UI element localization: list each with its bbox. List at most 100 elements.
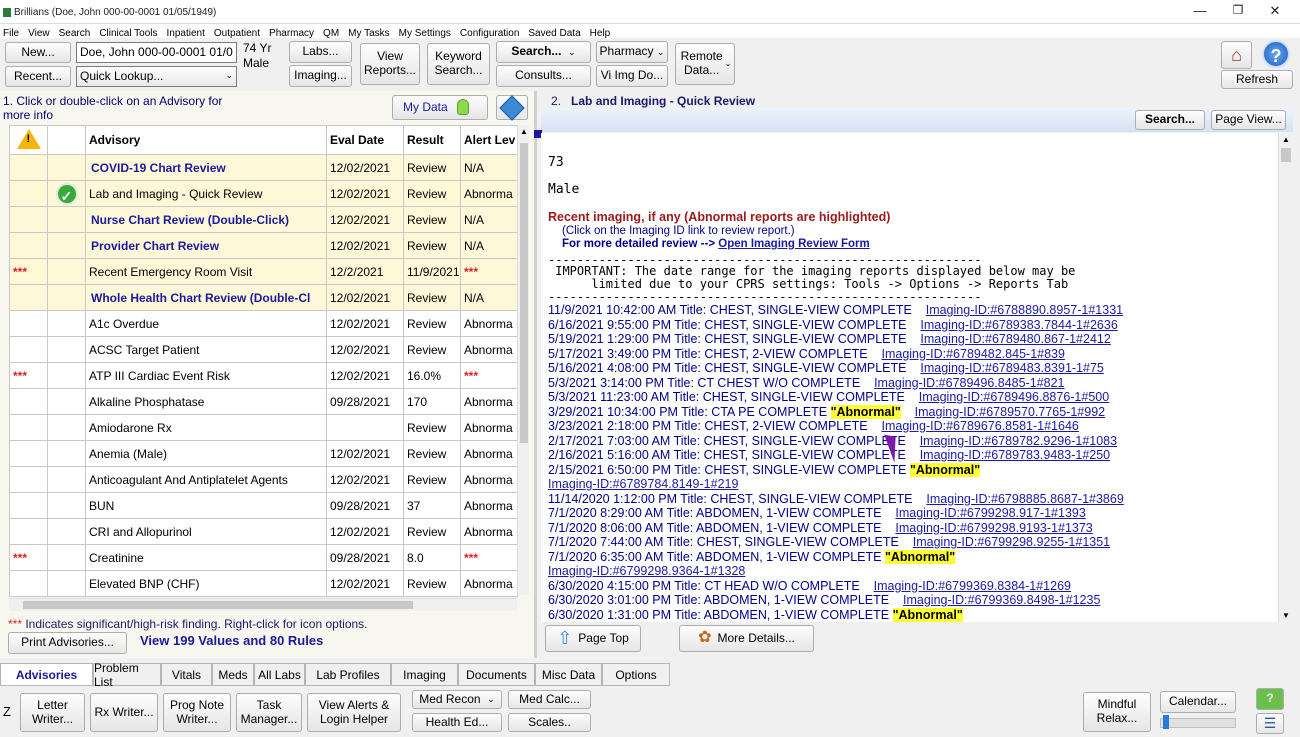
report-scroll-thumb[interactable] <box>1281 148 1291 162</box>
vi-img-button[interactable]: Vi Img Do... <box>596 65 668 87</box>
page-top-button[interactable]: ⇧ Page Top <box>545 625 641 652</box>
labs-button[interactable]: Labs... <box>289 41 352 63</box>
consults-button[interactable]: Consults... <box>496 65 591 87</box>
imaging-id-link[interactable]: Imaging-ID:#6799369.8384-1#1269 <box>874 579 1071 593</box>
close-icon[interactable]: ✕ <box>1265 3 1285 19</box>
scroll-up-icon[interactable]: ▲ <box>520 127 528 136</box>
health-ed-button[interactable]: Health Ed... <box>412 713 502 732</box>
imaging-id-link[interactable]: Imaging-ID:#6789782.9296-1#1083 <box>920 434 1117 448</box>
hscroll-thumb[interactable] <box>23 601 413 609</box>
tab-all-labs[interactable]: All Labs <box>254 663 305 686</box>
table-row[interactable]: Anticoagulant And Antiplatelet Agents 12/… <box>9 466 518 493</box>
letter-writer-button[interactable]: Letter Writer... <box>20 693 85 732</box>
search-dropdown[interactable]: Search... ⌄ <box>496 41 591 63</box>
print-advisories-button[interactable]: Print Advisories... <box>8 632 127 654</box>
table-row[interactable]: ACSC Target Patient 12/02/2021 Review Abnor… <box>9 336 518 363</box>
med-recon-dropdown[interactable]: Med Recon ⌄ <box>412 690 502 709</box>
imaging-id-link[interactable]: Imaging-ID:#6799298.9193-1#1373 <box>895 521 1092 535</box>
tab-advisories[interactable]: Advisories <box>0 663 93 686</box>
remote-data-button[interactable]: Remote Data... ⌄ <box>675 43 735 85</box>
imaging-id-link[interactable]: Imaging-ID:#6789783.9483-1#250 <box>920 448 1110 462</box>
tab-lab-profiles[interactable]: Lab Profiles <box>305 663 391 686</box>
pharmacy-dropdown[interactable]: Pharmacy ⌄ <box>596 41 668 63</box>
scroll-thumb[interactable] <box>520 143 528 443</box>
imaging-id-link[interactable]: Imaging-ID:#6798885.8687-1#3869 <box>926 492 1123 506</box>
minimize-icon[interactable]: — <box>1190 3 1210 18</box>
slider-thumb[interactable] <box>1163 715 1169 729</box>
prog-note-writer-button[interactable]: Prog Note Writer... <box>163 693 231 732</box>
view-alerts-button[interactable]: View Alerts & Login Helper <box>307 693 401 732</box>
more-details-button[interactable]: ✿ More Details... <box>679 625 814 652</box>
imaging-id-link[interactable]: Imaging-ID:#6789676.8581-1#1646 <box>881 419 1078 433</box>
imaging-id-link[interactable]: Imaging-ID:#6789496.8485-1#821 <box>874 376 1064 390</box>
imaging-id-link[interactable]: Imaging-ID:#6788890.8957-1#1331 <box>926 303 1123 317</box>
help-green-icon[interactable]: ? <box>1256 688 1284 710</box>
report-scrollbar[interactable]: ▲ ▼ <box>1278 133 1293 622</box>
col-check[interactable] <box>47 125 86 155</box>
tab-documents[interactable]: Documents <box>458 663 535 686</box>
tab-options[interactable]: Options <box>602 663 670 686</box>
scales-button[interactable]: Scales.. <box>508 713 591 732</box>
table-row[interactable]: Provider Chart Review 12/02/2021 Review N/A <box>9 232 518 259</box>
imaging-id-link[interactable]: Imaging-ID:#6789483.8391-1#75 <box>920 361 1103 375</box>
list-icon[interactable]: ☰ <box>1256 713 1284 734</box>
table-row[interactable]: Whole Health Chart Review (Double-Cl 12/0… <box>9 284 518 311</box>
tab-vitals[interactable]: Vitals <box>161 663 212 686</box>
imaging-button[interactable]: Imaging... <box>289 65 352 87</box>
patient-field[interactable]: Doe, John 000-00-0001 01/0 <box>76 42 237 63</box>
help-icon[interactable]: ? <box>1262 40 1290 68</box>
open-imaging-review-link[interactable]: Open Imaging Review Form <box>718 238 869 250</box>
col-advisory[interactable]: Advisory <box>85 125 327 155</box>
imaging-id-link[interactable]: Imaging-ID:#6789383.7844-1#2636 <box>920 318 1117 332</box>
table-row[interactable]: Elevated BNP (CHF) 12/02/2021 Review Abnorm… <box>9 570 518 597</box>
table-row[interactable]: *** Creatinine 09/28/2021 8.0 *** <box>9 544 518 571</box>
tab-problem-list[interactable]: Problem List <box>93 661 161 689</box>
scroll-up-icon[interactable]: ▲ <box>1282 135 1290 144</box>
keyword-search-button[interactable]: Keyword Search... <box>427 43 490 85</box>
new-button[interactable]: New... <box>5 42 71 63</box>
home-icon[interactable]: ⌂ <box>1221 41 1252 69</box>
tab-imaging[interactable]: Imaging <box>391 663 458 686</box>
advisory-scrollbar-horizontal[interactable] <box>9 598 517 611</box>
imaging-id-link[interactable]: Imaging-ID:#6789482.845-1#839 <box>881 347 1064 361</box>
imaging-id-link[interactable]: Imaging-ID:#6789570.7765-1#992 <box>915 405 1105 419</box>
col-result[interactable]: Result <box>403 125 461 155</box>
table-row[interactable]: *** ATP III Cardiac Event Risk 12/02/2021 1… <box>9 362 518 389</box>
scroll-down-icon[interactable]: ▼ <box>1282 611 1290 620</box>
quick-lookup-select[interactable]: Quick Lookup... ⌄ <box>76 66 237 87</box>
values-summary-link[interactable]: View 199 Values and 80 Rules <box>140 633 323 648</box>
splitter[interactable] <box>534 91 537 658</box>
restore-icon[interactable]: ❐ <box>1228 3 1248 17</box>
imaging-id-link[interactable]: Imaging-ID:#6789784.8149-1#219 <box>548 477 738 491</box>
refresh-button[interactable]: Refresh <box>1221 70 1293 89</box>
table-row[interactable]: A1c Overdue 12/02/2021 Review Abnorma <box>9 310 518 337</box>
imaging-id-link[interactable]: Imaging-ID:#6799298.917-1#1393 <box>895 506 1085 520</box>
calendar-button[interactable]: Calendar... <box>1160 691 1236 713</box>
table-row[interactable]: BUN 09/28/2021 37 Abnorma <box>9 492 518 519</box>
col-warning[interactable]: ! <box>9 125 48 155</box>
col-alert-level[interactable]: Alert Lev <box>460 125 518 155</box>
table-row[interactable]: Nurse Chart Review (Double-Click) 12/02/2… <box>9 206 518 233</box>
imaging-id-link[interactable]: Imaging-ID:#6789480.867-1#2412 <box>920 332 1110 346</box>
table-row[interactable]: CRI and Allopurinol 12/02/2021 Review Abnor… <box>9 518 518 545</box>
rx-writer-button[interactable]: Rx Writer... <box>90 693 158 732</box>
task-manager-button[interactable]: Task Manager... <box>236 693 302 732</box>
imaging-id-link[interactable]: Imaging-ID:#6799298.9364-1#1328 <box>548 564 745 578</box>
advisory-scrollbar-vertical[interactable]: ▲ <box>517 125 529 595</box>
table-row[interactable]: ✓ Lab and Imaging - Quick Review 12/02/202… <box>9 180 518 207</box>
table-row[interactable]: COVID-19 Chart Review 12/02/2021 Review N/A <box>9 154 518 181</box>
mindful-relax-button[interactable]: Mindful Relax... <box>1083 692 1151 732</box>
table-row[interactable]: Alkaline Phosphatase 09/28/2021 170 Abnorma <box>9 388 518 415</box>
table-row[interactable]: Amiodarone Rx Review Abnorma <box>9 414 518 441</box>
imaging-id-link[interactable]: Imaging-ID:#6799369.8498-1#1235 <box>903 593 1100 607</box>
info-button[interactable] <box>496 94 528 121</box>
my-data-button[interactable]: My Data <box>392 95 488 120</box>
recent-button[interactable]: Recent... <box>5 66 71 87</box>
volume-slider[interactable] <box>1160 715 1236 729</box>
tab-meds[interactable]: Meds <box>212 663 254 686</box>
report-search-button[interactable]: Search... <box>1135 110 1205 130</box>
page-view-button[interactable]: Page View... <box>1211 110 1286 130</box>
imaging-id-link[interactable]: Imaging-ID:#6799298.9255-1#1351 <box>913 535 1110 549</box>
med-calc-button[interactable]: Med Calc... <box>508 690 591 709</box>
table-row[interactable]: *** Recent Emergency Room Visit 12/2/2021 1… <box>9 258 518 285</box>
